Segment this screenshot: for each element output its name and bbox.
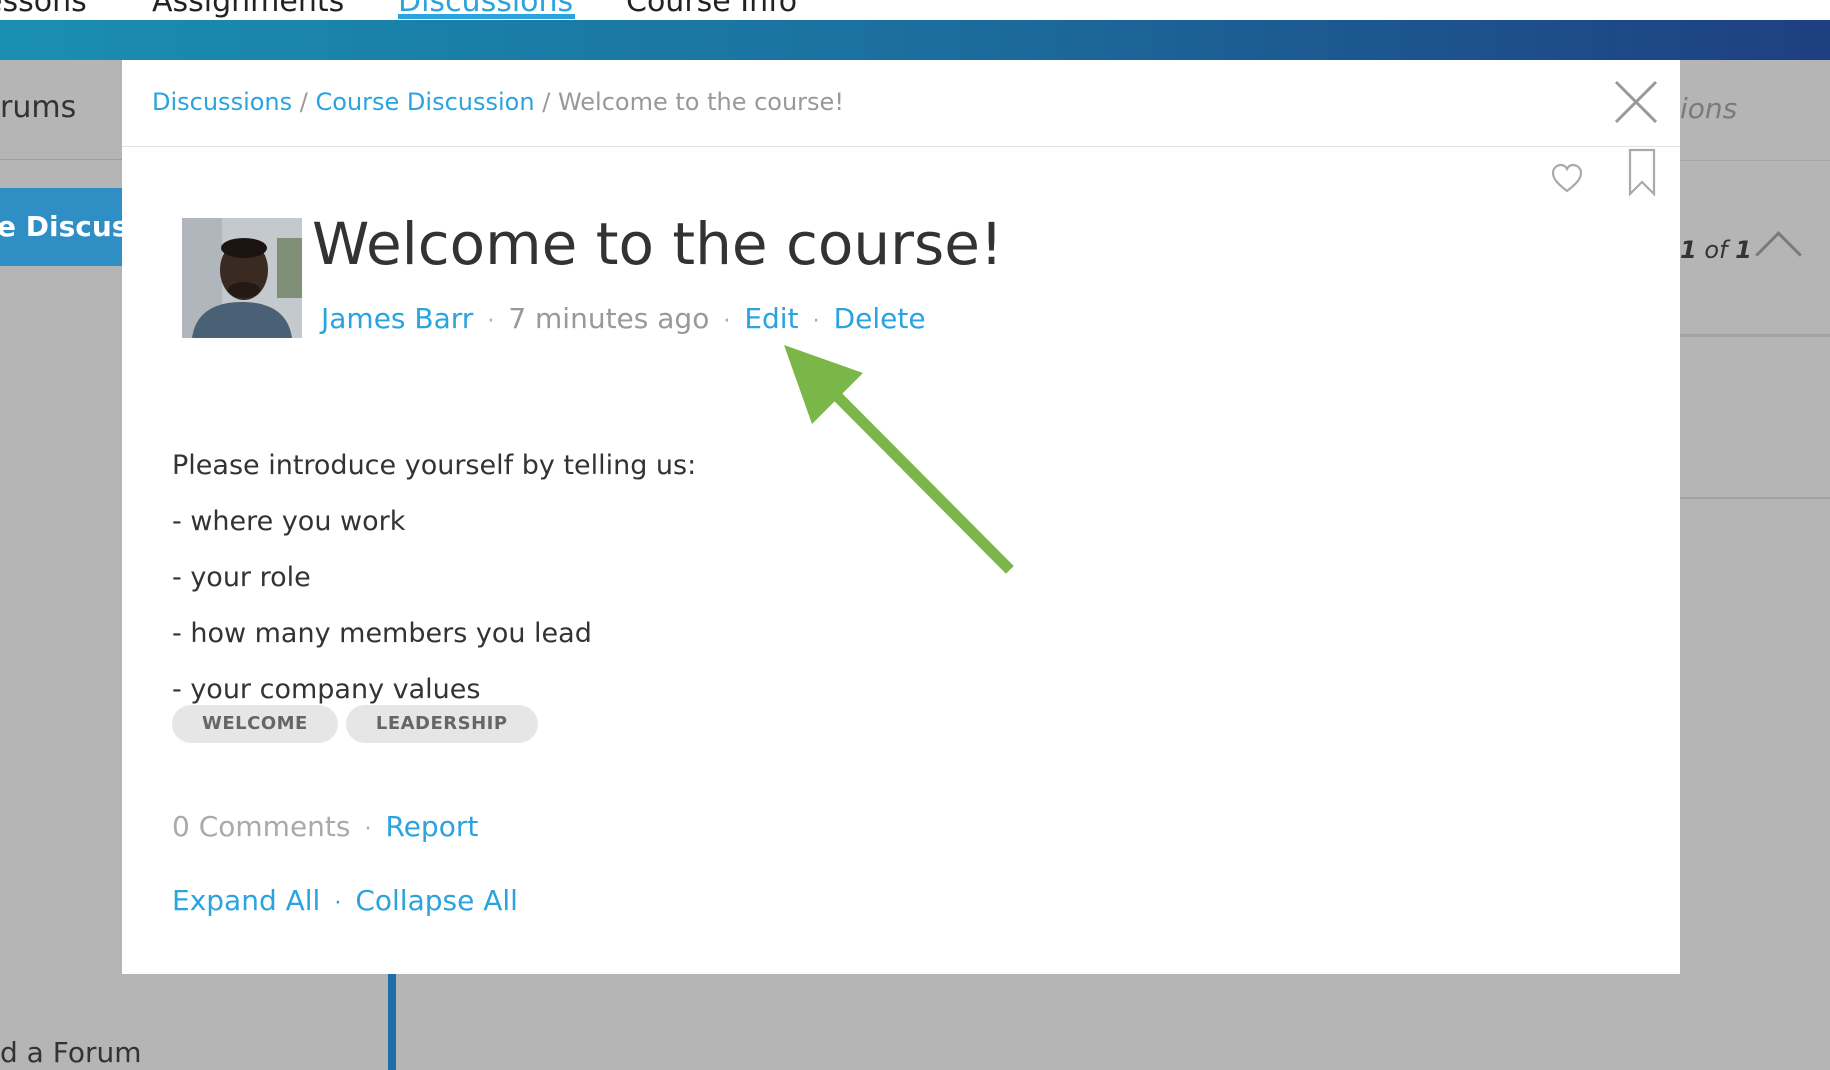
body-line: - how many members you lead xyxy=(172,618,592,649)
chevron-up-icon[interactable] xyxy=(1755,231,1802,278)
pager-of: of xyxy=(1704,236,1728,264)
divider-line xyxy=(388,972,396,1070)
thread-controls: Expand All · Collapse All xyxy=(172,884,518,917)
body-line: Please introduce yourself by telling us: xyxy=(172,450,697,481)
list-divider xyxy=(1680,497,1830,499)
post-meta: James Barr · 7 minutes ago · Edit · Delete xyxy=(321,302,926,335)
post-body: Please introduce yourself by telling us:… xyxy=(172,448,696,728)
topnav-assignments[interactable]: Assignments xyxy=(152,0,344,19)
active-tab-underline xyxy=(398,14,575,19)
author-link[interactable]: James Barr xyxy=(321,302,473,335)
close-icon[interactable] xyxy=(1612,78,1660,126)
meta-separator: · xyxy=(487,309,495,334)
modal-header: Discussions / Course Discussion / Welcom… xyxy=(122,60,1680,147)
breadcrumb-separator: / xyxy=(299,88,308,116)
meta-separator: · xyxy=(334,891,342,916)
tag-list: WELCOME LEADERSHIP xyxy=(172,705,546,743)
breadcrumb-discussions[interactable]: Discussions xyxy=(152,88,292,116)
header-banner xyxy=(0,20,1830,60)
meta-separator: · xyxy=(812,309,820,334)
breadcrumb: Discussions / Course Discussion / Welcom… xyxy=(152,88,844,116)
forum-item-course-discussion[interactable]: e Discussions xyxy=(0,188,122,266)
tag-welcome[interactable]: WELCOME xyxy=(172,705,338,743)
breadcrumb-separator: / xyxy=(542,88,551,116)
avatar-image xyxy=(182,218,302,338)
discussion-modal: Discussions / Course Discussion / Welcom… xyxy=(122,60,1680,974)
post-title: Welcome to the course! xyxy=(312,210,1004,278)
meta-separator: · xyxy=(723,309,731,334)
add-forum-link[interactable]: d a Forum xyxy=(0,1036,142,1069)
heart-icon[interactable] xyxy=(1550,162,1584,196)
post-time: 7 minutes ago xyxy=(508,302,710,335)
topnav-lessons[interactable]: essons xyxy=(0,0,87,19)
breadcrumb-course-discussion[interactable]: Course Discussion xyxy=(316,88,535,116)
report-link[interactable]: Report xyxy=(386,810,479,843)
list-divider xyxy=(1680,334,1830,337)
tag-leadership[interactable]: LEADERSHIP xyxy=(345,705,538,743)
forum-item-label: e Discussions xyxy=(0,210,122,243)
body-line: - where you work xyxy=(172,506,406,537)
delete-link[interactable]: Delete xyxy=(834,302,926,335)
forums-label: rums xyxy=(0,90,77,125)
pager-current: 1 xyxy=(1680,236,1697,264)
breadcrumb-current: Welcome to the course! xyxy=(557,88,844,116)
pager: 1 of 1 xyxy=(1680,236,1752,264)
edit-link[interactable]: Edit xyxy=(744,302,798,335)
meta-separator: · xyxy=(364,817,372,842)
pager-total: 1 xyxy=(1735,236,1752,264)
author-avatar xyxy=(182,218,302,338)
top-navigation: essons Assignments Discussions Course In… xyxy=(0,0,1830,20)
discussions-header-label: ions xyxy=(1680,92,1738,125)
bookmark-icon[interactable] xyxy=(1627,148,1657,198)
collapse-all-link[interactable]: Collapse All xyxy=(355,884,518,917)
comments-count: 0 Comments xyxy=(172,810,351,843)
body-line: - your role xyxy=(172,562,311,593)
comments-bar: 0 Comments · Report xyxy=(172,810,478,843)
expand-all-link[interactable]: Expand All xyxy=(172,884,320,917)
topnav-course-info[interactable]: Course Info xyxy=(626,0,797,19)
